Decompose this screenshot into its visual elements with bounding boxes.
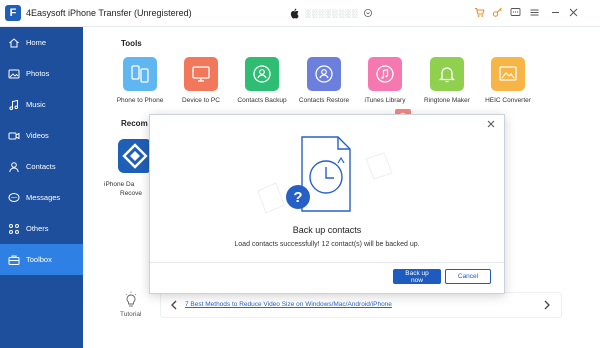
music-icon [9, 99, 19, 110]
tool-label: iTunes Library [364, 97, 406, 104]
sidebar-item-photos[interactable]: Photos [0, 58, 83, 89]
cart-icon[interactable] [472, 5, 486, 19]
heic-converter-icon [491, 57, 525, 91]
sidebar-item-label: Photos [26, 69, 50, 78]
lightbulb-icon [125, 291, 137, 307]
feedback-icon[interactable] [508, 5, 522, 19]
photo-icon [8, 69, 20, 78]
tool-label: Phone to Phone [116, 97, 164, 104]
others-icon [9, 223, 19, 234]
sidebar-item-label: Music [26, 100, 46, 109]
tool-phone-to-phone[interactable]: Phone to Phone [108, 57, 172, 104]
home-icon [9, 37, 19, 47]
tool-label: Ringtone Maker [424, 97, 470, 104]
chevron-left-icon[interactable] [170, 300, 178, 310]
back-up-now-button[interactable]: Back up now [393, 269, 441, 284]
sidebar-item-music[interactable]: Music [0, 89, 83, 120]
key-icon[interactable] [490, 5, 504, 19]
sidebar-item-label: Videos [26, 131, 49, 140]
messages-icon [8, 192, 20, 202]
sidebar: Home Photos Music Videos Contacts Messag… [0, 27, 83, 348]
contacts-icon [9, 161, 19, 172]
cancel-button[interactable]: Cancel [445, 269, 491, 284]
tool-label: HEIC Converter [485, 97, 531, 104]
sidebar-item-home[interactable]: Home [0, 27, 83, 58]
sidebar-item-label: Messages [26, 193, 61, 202]
sidebar-item-contacts[interactable]: Contacts [0, 151, 83, 182]
contacts-backup-icon [245, 57, 279, 91]
toolbox-icon [8, 255, 20, 265]
contacts-restore-icon [307, 57, 341, 91]
sidebar-item-others[interactable]: Others [0, 213, 83, 244]
menu-icon[interactable] [527, 5, 541, 19]
tool-contacts-backup[interactable]: Contacts Backup [230, 57, 294, 104]
close-icon[interactable] [485, 118, 497, 130]
tool-label: Contacts Restore [298, 97, 350, 104]
sidebar-item-label: Toolbox [26, 255, 52, 264]
dialog-title: Back up contacts [292, 225, 362, 235]
backup-dialog: ? Back up contacts Load contacts success… [149, 114, 505, 294]
dialog-message: Load contacts successfully! 12 contact(s… [234, 241, 420, 248]
backup-illustration-icon: ? [257, 136, 393, 214]
tool-label: Device to PC [182, 97, 220, 104]
tool-ringtone-maker[interactable]: Ringtone Maker [415, 57, 479, 104]
itunes-library-icon [368, 57, 402, 91]
tools-heading: Tools [121, 39, 142, 48]
sidebar-item-videos[interactable]: Videos [0, 120, 83, 151]
sidebar-item-label: Contacts [26, 162, 56, 171]
chevron-right-icon[interactable] [543, 300, 551, 310]
dialog-divider [150, 262, 504, 263]
device-selector[interactable]: ░░░░░░░░ [290, 6, 414, 20]
bell-icon [430, 57, 464, 91]
close-window-icon[interactable] [566, 5, 580, 19]
tool-label: Contacts Backup [237, 97, 287, 104]
app-title: 4Easysoft iPhone Transfer (Unregistered) [26, 8, 192, 18]
tool-device-to-pc[interactable]: Device to PC [169, 57, 233, 104]
svg-text:?: ? [293, 189, 302, 206]
tutorial-link[interactable]: 7 Best Methods to Reduce Video Size on W… [185, 301, 392, 308]
video-icon [8, 132, 20, 139]
sidebar-item-toolbox[interactable]: Toolbox [0, 244, 83, 275]
tool-contacts-restore[interactable]: Contacts Restore [292, 57, 356, 104]
sidebar-item-label: Home [26, 38, 47, 47]
tutorial-label: Tutorial [120, 311, 142, 318]
phone-to-phone-icon [123, 57, 157, 91]
recommended-heading: Recom [121, 119, 148, 128]
app-logo-icon: F [5, 5, 21, 21]
device-to-pc-icon [184, 57, 218, 91]
tool-heic-converter[interactable]: HEIC Converter [476, 57, 540, 104]
sidebar-item-label: Others [26, 224, 49, 233]
sidebar-item-messages[interactable]: Messages [0, 182, 83, 213]
apple-icon [290, 8, 299, 19]
title-bar: F 4Easysoft iPhone Transfer (Unregistere… [0, 0, 600, 27]
chevron-down-icon [364, 9, 373, 17]
minimize-icon[interactable] [548, 5, 562, 19]
device-name: ░░░░░░░░ [305, 8, 359, 18]
tool-itunes-library[interactable]: iTunes Library [353, 57, 417, 104]
